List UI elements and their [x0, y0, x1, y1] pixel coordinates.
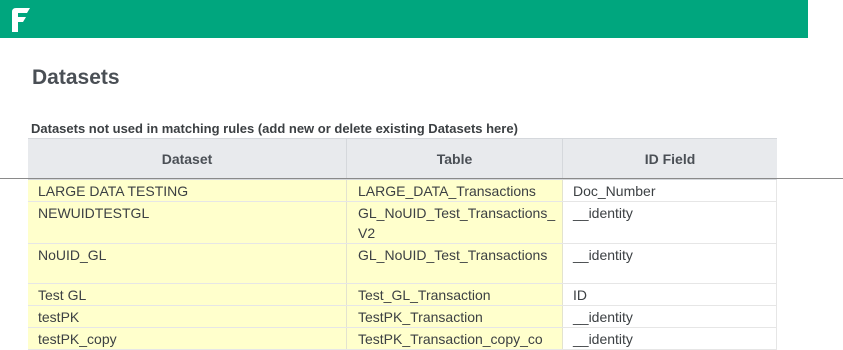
- id-field-cell[interactable]: Doc_Number: [563, 180, 777, 201]
- table-cell[interactable]: TestPK_Transaction_copy_co: [347, 328, 563, 349]
- table-row[interactable]: testPK TestPK_Transaction __identity: [28, 306, 777, 328]
- page-title: Datasets: [32, 66, 120, 89]
- dataset-cell[interactable]: testPK_copy: [28, 328, 347, 349]
- table-row[interactable]: LARGE DATA TESTING LARGE_DATA_Transactio…: [28, 180, 777, 202]
- dataset-cell[interactable]: NoUID_GL: [28, 244, 347, 283]
- id-field-cell[interactable]: __identity: [563, 328, 777, 349]
- column-header-dataset[interactable]: Dataset: [28, 139, 347, 179]
- table-row[interactable]: NoUID_GL GL_NoUID_Test_Transactions __id…: [28, 244, 777, 284]
- column-header-table[interactable]: Table: [347, 139, 563, 179]
- dataset-cell[interactable]: LARGE DATA TESTING: [28, 180, 347, 201]
- section-label: Datasets not used in matching rules (add…: [31, 121, 518, 136]
- datasets-table: Dataset Table ID Field LARGE DATA TESTIN…: [28, 138, 777, 350]
- table-cell[interactable]: GL_NoUID_Test_Transactions_V2: [347, 202, 563, 243]
- dataset-cell[interactable]: NEWUIDTESTGL: [28, 202, 347, 243]
- table-row[interactable]: Test GL Test_GL_Transaction ID: [28, 284, 777, 306]
- id-field-cell[interactable]: __identity: [563, 202, 777, 243]
- id-field-cell[interactable]: __identity: [563, 306, 777, 327]
- id-field-cell[interactable]: ID: [563, 284, 777, 305]
- divider-line: [0, 178, 843, 179]
- table-cell[interactable]: LARGE_DATA_Transactions: [347, 180, 563, 201]
- dataset-cell[interactable]: testPK: [28, 306, 347, 327]
- table-cell[interactable]: Test_GL_Transaction: [347, 284, 563, 305]
- table-row[interactable]: NEWUIDTESTGL GL_NoUID_Test_Transactions_…: [28, 202, 777, 244]
- table-cell[interactable]: GL_NoUID_Test_Transactions: [347, 244, 563, 283]
- table-header: Dataset Table ID Field: [28, 138, 777, 180]
- brand-logo-icon[interactable]: [10, 6, 32, 32]
- dataset-cell[interactable]: Test GL: [28, 284, 347, 305]
- table-cell[interactable]: TestPK_Transaction: [347, 306, 563, 327]
- table-row[interactable]: testPK_copy TestPK_Transaction_copy_co _…: [28, 328, 777, 350]
- column-header-id-field[interactable]: ID Field: [563, 139, 777, 179]
- top-bar: [0, 0, 808, 38]
- id-field-cell[interactable]: __identity: [563, 244, 777, 283]
